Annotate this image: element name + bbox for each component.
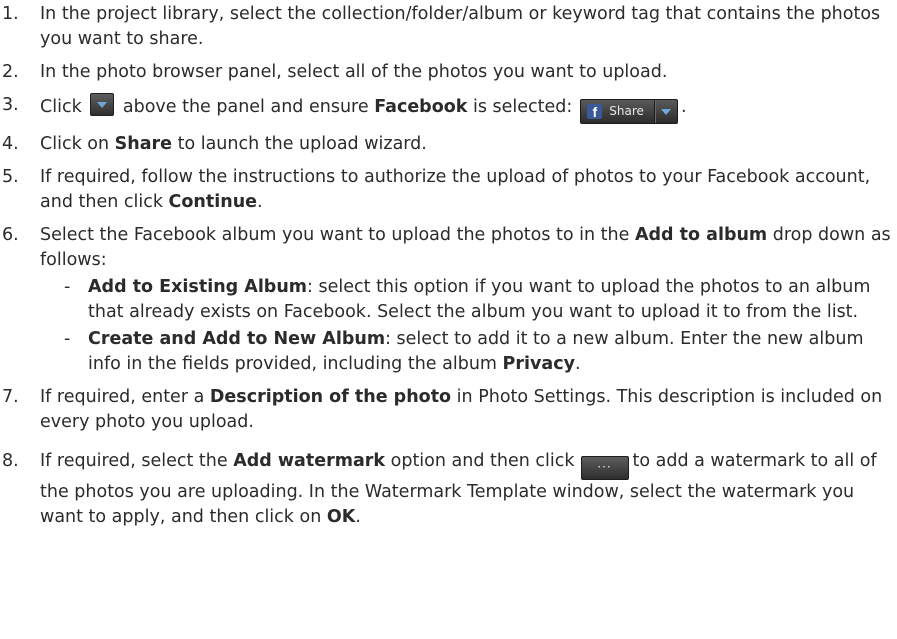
option-title: Add to Existing Album [88, 277, 308, 297]
steps-list: 1. In the project library, select the co… [0, 2, 897, 530]
dropdown-arrow-icon[interactable] [90, 93, 115, 116]
step-text-bold: Share [114, 134, 173, 154]
share-dropdown-arrow-icon[interactable] [653, 100, 677, 123]
facebook-icon: f [587, 104, 603, 120]
step-text: In the photo browser panel, select all o… [40, 62, 668, 82]
option-title: Create and Add to New Album [88, 329, 386, 349]
facebook-share-button[interactable]: f Share [580, 99, 678, 124]
step-text-post: is selected: [472, 97, 573, 117]
step-number: 7. [2, 387, 19, 407]
step-8: 8. If required, select the Add watermark… [0, 449, 897, 530]
step-text-bold: Add to album [634, 225, 768, 245]
step-number: 3. [2, 95, 19, 115]
step-text-bold: Add watermark [233, 451, 386, 471]
step-text-bold: Facebook [374, 97, 468, 117]
step-number: 6. [2, 225, 19, 245]
step-text-mid: option and then click [390, 451, 575, 471]
step-1: 1. In the project library, select the co… [0, 2, 897, 52]
album-option-existing: - Add to Existing Album: select this opt… [40, 275, 891, 325]
step-number: 5. [2, 167, 19, 187]
step-number: 8. [2, 451, 19, 471]
step-text-end: . [680, 97, 687, 117]
album-options-list: - Add to Existing Album: select this opt… [40, 275, 891, 377]
step-number: 4. [2, 134, 19, 154]
step-text-end: . [355, 507, 361, 527]
step-5: 5. If required, follow the instructions … [0, 165, 897, 215]
instructions-page: 1. In the project library, select the co… [0, 2, 897, 639]
step-2: 2. In the photo browser panel, select al… [0, 60, 897, 85]
step-3: 3. Click above the panel and ensure Face… [0, 93, 897, 124]
step-text-pre: If required, follow the instructions to … [40, 167, 871, 212]
step-7: 7. If required, enter a Description of t… [0, 385, 897, 435]
step-text-bold-ok: OK [326, 507, 356, 527]
step-text-pre: Click on [40, 134, 110, 154]
step-text-post: to launch the upload wizard. [177, 134, 427, 154]
ellipsis-icon[interactable]: ··· [580, 456, 629, 480]
step-text-bold: Description of the photo [209, 387, 452, 407]
step-text-mid: above the panel and ensure [122, 97, 369, 117]
step-4: 4. Click on Share to launch the upload w… [0, 132, 897, 157]
bullet-dash: - [64, 329, 71, 349]
step-number: 2. [2, 62, 19, 82]
option-end: . [574, 354, 581, 374]
step-text-end: . [257, 192, 263, 212]
bullet-dash: - [64, 277, 71, 297]
step-text-pre: If required, select the [40, 451, 228, 471]
option-bold-privacy: Privacy [502, 354, 575, 374]
step-6: 6. Select the Facebook album you want to… [0, 223, 897, 377]
share-label: Share [609, 104, 644, 118]
album-option-new: - Create and Add to New Album: select to… [40, 327, 891, 377]
step-text-pre: Select the Facebook album you want to up… [40, 225, 630, 245]
step-text-pre: Click [40, 97, 82, 117]
step-text: In the project library, select the colle… [40, 4, 881, 49]
step-number: 1. [2, 4, 19, 24]
step-text-pre: If required, enter a [40, 387, 205, 407]
step-text-bold: Continue [168, 192, 258, 212]
share-main[interactable]: f Share [581, 100, 654, 123]
